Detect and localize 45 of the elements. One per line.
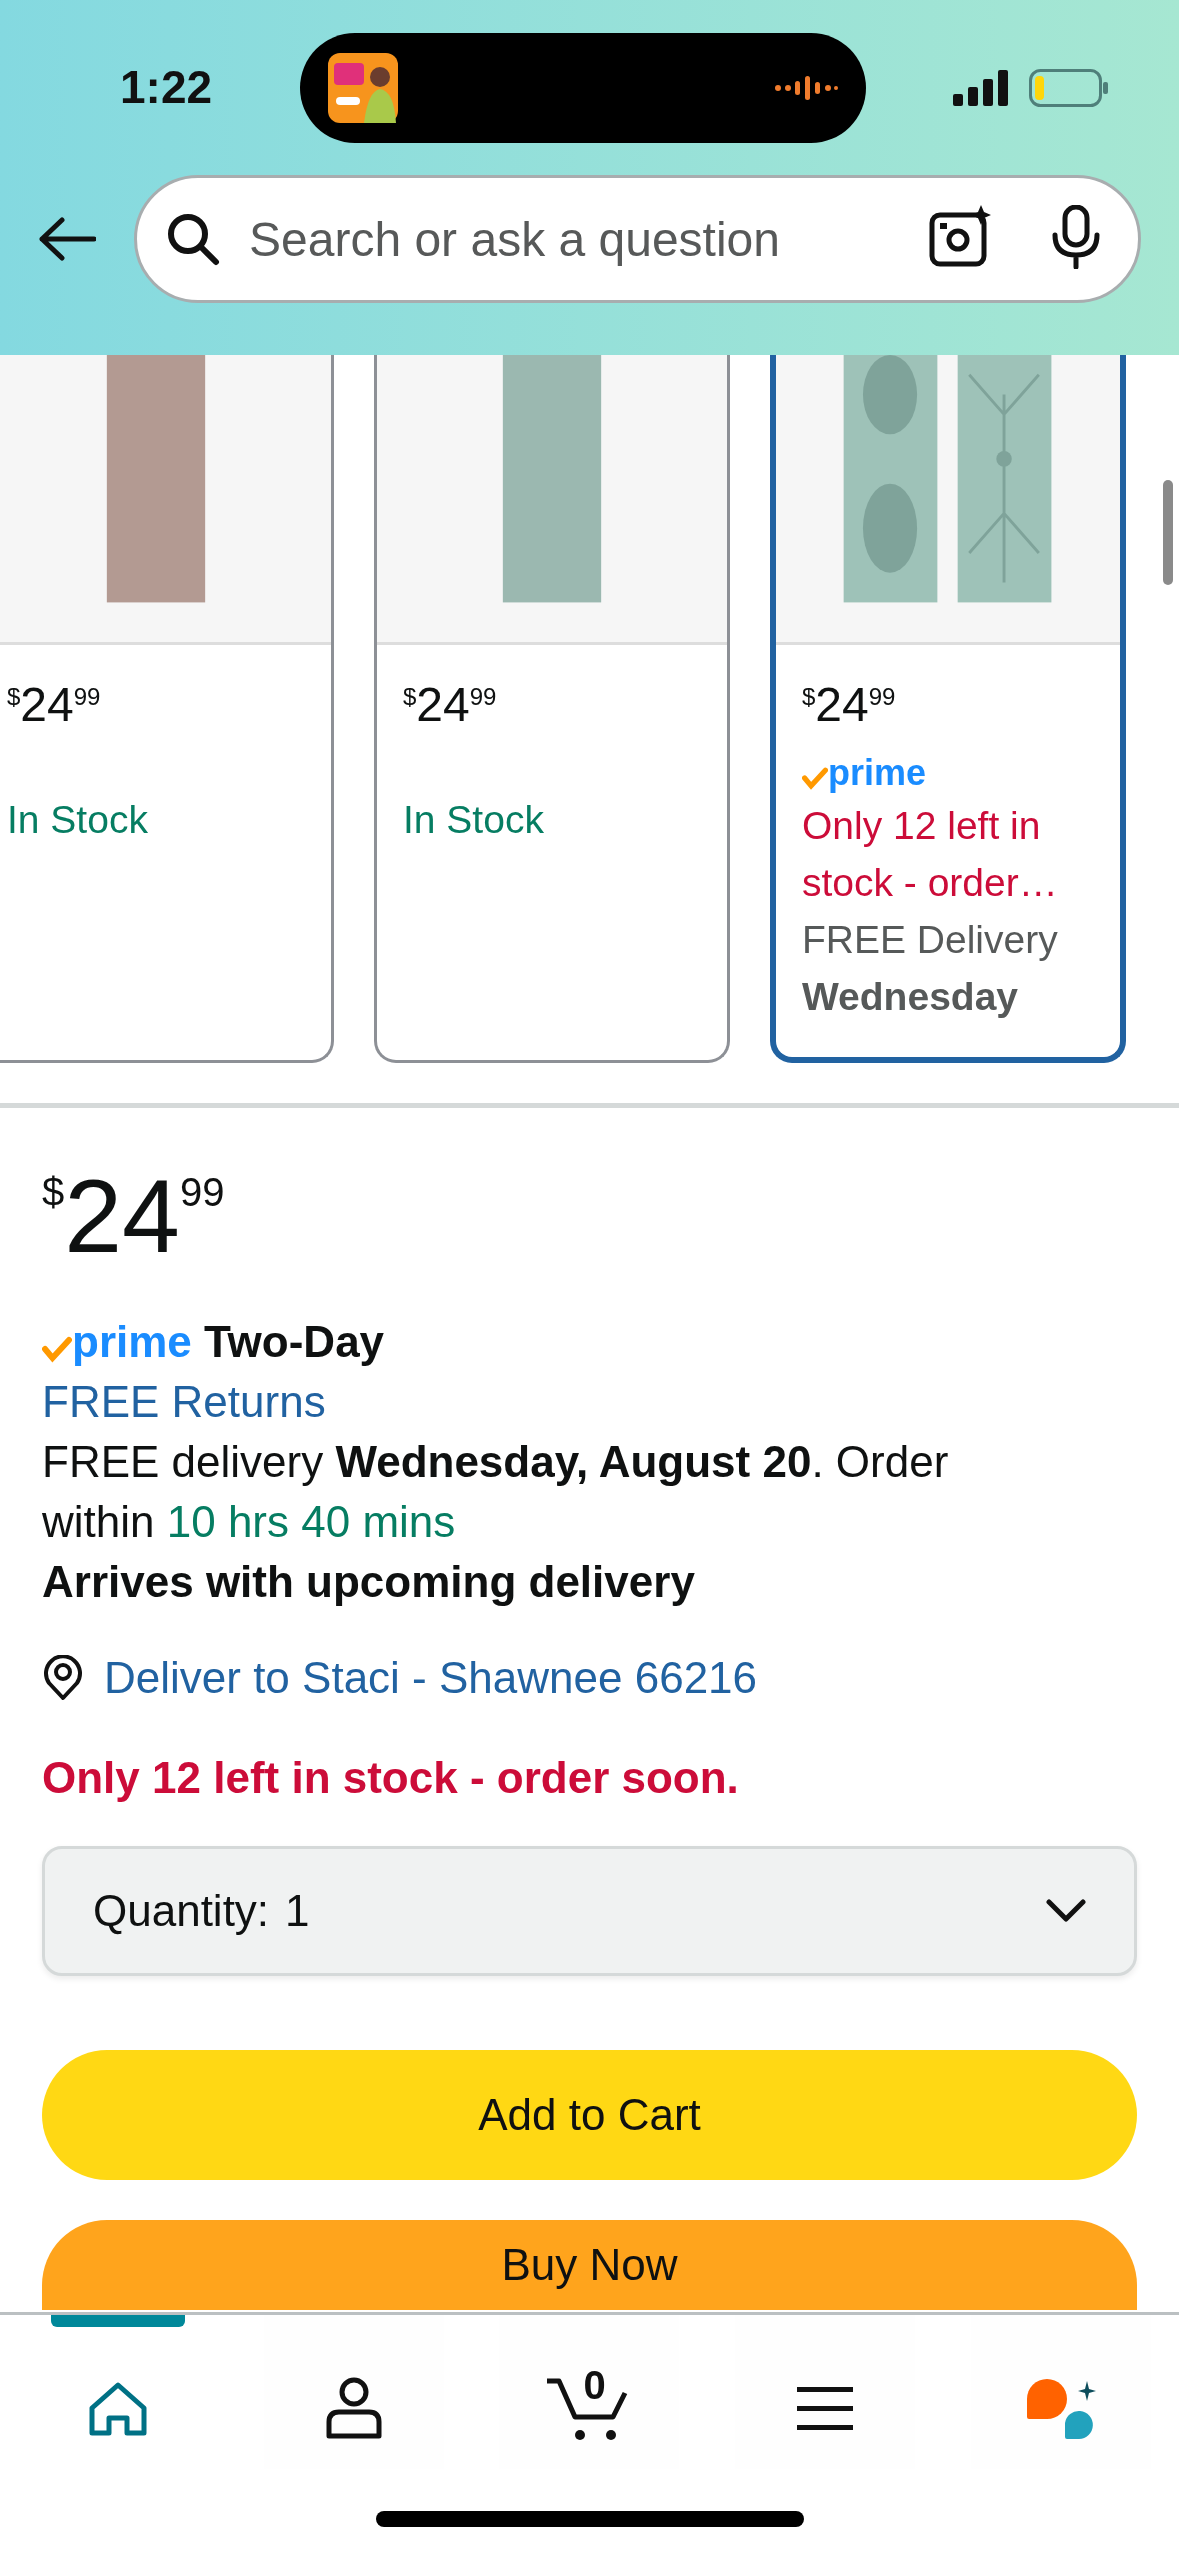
chevron-down-icon xyxy=(1046,1899,1086,1923)
price-whole: 24 xyxy=(416,681,470,729)
status-time: 1:22 xyxy=(120,60,214,115)
microphone-icon[interactable] xyxy=(1051,205,1101,269)
price-fraction: 99 xyxy=(73,685,101,709)
quantity-dropdown[interactable]: Quantity: 1 xyxy=(42,1846,1137,1976)
price-fraction: 99 xyxy=(179,1172,225,1212)
cart-count: 0 xyxy=(583,2365,606,2405)
back-arrow-icon[interactable] xyxy=(38,217,96,261)
search-field[interactable]: Search or ask a question xyxy=(134,175,1141,303)
arrival-text: Arrives with upcoming delivery xyxy=(42,1556,696,1608)
location-pin-icon xyxy=(42,1655,84,1701)
prime-logo: prime xyxy=(802,745,1094,791)
price-whole: 24 xyxy=(20,681,74,729)
check-icon xyxy=(802,765,828,791)
prime-logo: prime xyxy=(42,1312,192,1372)
card-text: In Stock xyxy=(403,797,545,843)
audio-wave-icon xyxy=(774,75,838,101)
delivery-speed: Two-Day xyxy=(204,1316,385,1368)
price-currency: $ xyxy=(802,685,816,709)
buy-now-button[interactable]: Buy Now xyxy=(42,2220,1137,2310)
price-whole: 24 xyxy=(64,1164,180,1268)
person-icon xyxy=(325,2377,382,2441)
check-icon xyxy=(42,1334,72,1364)
home-icon xyxy=(88,2382,147,2436)
card-text: In Stock xyxy=(7,797,149,843)
card-text: FREE Delivery xyxy=(802,917,1059,963)
price-whole: 24 xyxy=(815,681,869,729)
price-currency: $ xyxy=(42,1172,65,1212)
price-fraction: 99 xyxy=(868,685,896,709)
deliver-to-link[interactable]: Deliver to Staci - Shawnee 66216 xyxy=(104,1648,758,1708)
price-currency: $ xyxy=(403,685,417,709)
price-currency: $ xyxy=(7,685,21,709)
signal-icon xyxy=(953,69,1009,106)
search-icon xyxy=(166,212,220,266)
card-text: Wednesday xyxy=(802,974,1020,1020)
price-fraction: 99 xyxy=(469,685,497,709)
battery-icon xyxy=(1029,68,1109,107)
stock-warning: Only 12 left in stock - order soon. xyxy=(42,1752,740,1804)
camera-icon[interactable] xyxy=(929,205,993,267)
card-text: Only 12 left in stock - order… xyxy=(802,803,1059,906)
delivery-text: FREE delivery Wednesday, August 20. Order within 10 hrs 40 mins xyxy=(42,1436,950,1548)
add-to-cart-button[interactable]: Add to Cart xyxy=(42,2050,1137,2180)
returns-link[interactable]: FREE Returns xyxy=(42,1372,326,1432)
menu-icon xyxy=(797,2387,854,2431)
